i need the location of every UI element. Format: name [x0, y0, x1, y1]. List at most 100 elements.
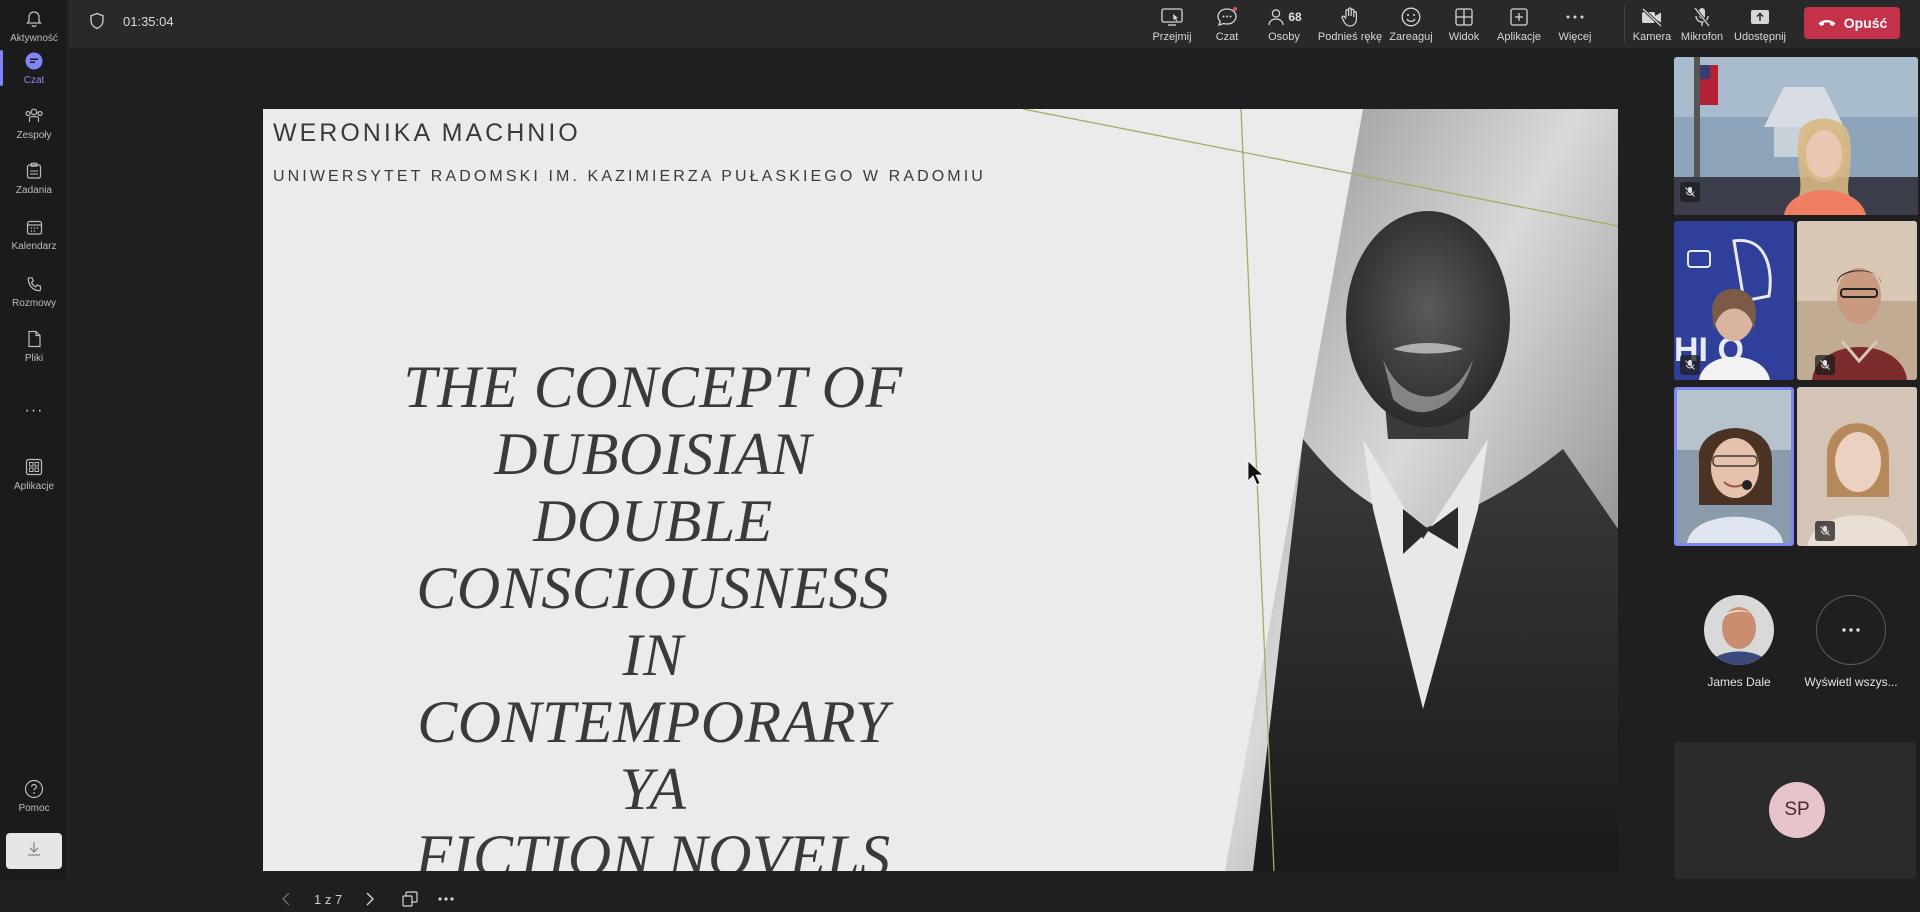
rail-label: Czat [23, 75, 45, 86]
self-avatar: SP [1769, 782, 1825, 838]
hand-icon [1340, 6, 1360, 28]
participant-name: James Dale [1707, 675, 1771, 689]
rail-item-help[interactable]: Pomoc [0, 770, 68, 822]
more-horizontal-icon [438, 897, 454, 901]
avatar[interactable] [1704, 595, 1774, 665]
video-tile[interactable]: HI O [1674, 221, 1794, 380]
share-button[interactable]: Udostępnij [1732, 2, 1788, 46]
rail-item-calls[interactable]: Rozmowy [0, 265, 68, 317]
rail-item-chat[interactable]: Czat [0, 42, 68, 94]
mic-off-icon [1692, 6, 1712, 28]
chevron-right-icon [366, 892, 375, 906]
slide-title-line: FICTION NOVELS [415, 823, 891, 871]
chat-icon [23, 50, 45, 72]
self-view-tile[interactable]: SP [1674, 742, 1916, 879]
rail-more-button[interactable]: ··· [0, 385, 68, 437]
rail-item-teams[interactable]: Zespoły [0, 97, 68, 149]
more-button[interactable]: Więcej [1553, 2, 1597, 46]
slide-title-line: THE CONCEPT OF [403, 354, 903, 420]
tasks-icon [23, 160, 45, 182]
rail-item-apps[interactable]: Aplikacje [0, 448, 68, 500]
toolbar-label: Widok [1448, 30, 1480, 43]
share-upload-icon [1749, 6, 1771, 28]
rail-item-tasks[interactable]: Zadania [0, 152, 68, 204]
rail-label: Zadania [15, 185, 53, 196]
slide-title-line: CONSCIOUSNESS IN [416, 555, 890, 688]
shield-icon [89, 12, 105, 35]
rail-label: Rozmowy [12, 298, 56, 309]
participant-video [1674, 57, 1918, 215]
video-tile[interactable] [1674, 57, 1918, 215]
mic-off-icon [1680, 182, 1700, 202]
calendar-icon [23, 216, 45, 238]
view-button[interactable]: Widok [1444, 2, 1484, 46]
bell-icon [23, 8, 45, 30]
camera-button[interactable]: Kamera [1627, 2, 1677, 46]
toolbar-label: Aplikacje [1496, 30, 1542, 43]
chevron-left-icon [282, 892, 290, 906]
video-tile[interactable] [1797, 221, 1917, 380]
video-tile-active-speaker[interactable] [1674, 387, 1794, 546]
hang-up-icon [1817, 15, 1844, 31]
chat-button[interactable]: Czat [1207, 2, 1247, 46]
apps-button[interactable]: Aplikacje [1494, 2, 1544, 46]
more-horizontal-icon [1565, 6, 1585, 28]
download-button[interactable] [6, 833, 62, 869]
rail-item-files[interactable]: Pliki [0, 320, 68, 372]
meeting-timer: 01:35:04 [123, 14, 174, 29]
download-icon [25, 840, 43, 863]
mouse-cursor-icon [1247, 460, 1265, 486]
react-button[interactable]: Zareaguj [1383, 2, 1439, 46]
video-tile[interactable] [1797, 387, 1917, 546]
meeting-toolbar: 01:35:04 Przejmij Czat 68 Osoby Podnieś … [69, 0, 1920, 48]
toolbar-label: Przejmij [1152, 30, 1192, 43]
teams-icon [23, 105, 45, 127]
camera-off-icon [1640, 6, 1664, 28]
toolbar-label: Zareaguj [1389, 30, 1433, 43]
rail-label: Aplikacje [13, 481, 55, 492]
toolbar-label: Czat [1215, 30, 1239, 43]
show-all-participants-button[interactable] [1816, 595, 1886, 665]
take-control-button[interactable]: Przejmij [1147, 2, 1197, 46]
slide-more-button[interactable] [434, 887, 458, 911]
people-count: 68 [1288, 9, 1302, 24]
grid-view-icon [1454, 6, 1474, 28]
rail-label: Kalendarz [11, 241, 57, 252]
participant-video [1677, 390, 1791, 543]
slide-navigation: 1 z 7 [274, 886, 458, 912]
previous-slide-button[interactable] [274, 887, 298, 911]
toolbar-divider [1624, 6, 1625, 42]
slide-title: THE CONCEPT OF DUBOISIAN DOUBLE CONSCIOU… [383, 354, 923, 871]
leave-label: Opuść [1843, 15, 1888, 31]
next-slide-button[interactable] [358, 887, 382, 911]
more-dots-icon: ··· [24, 402, 44, 419]
mic-off-icon [1815, 521, 1835, 541]
rail-label: Zespoły [16, 130, 52, 141]
people-button[interactable]: 68 Osoby [1259, 2, 1309, 46]
emoji-icon [1400, 6, 1422, 28]
slide-affiliation: UNIWERSYTET RADOMSKI IM. KAZIMIERZA PUŁA… [273, 168, 986, 185]
toolbar-label: Udostępnij [1734, 30, 1786, 43]
app-rail: Aktywność Czat Zespoły Zadania Kalendarz… [0, 0, 68, 879]
people-icon-group: 68 [1266, 6, 1302, 28]
rail-label: Pomoc [18, 803, 50, 814]
person-icon [1268, 8, 1284, 25]
apps-icon [23, 456, 45, 478]
slide-title-line: CONTEMPORARY YA [417, 689, 889, 822]
rail-item-calendar[interactable]: Kalendarz [0, 208, 68, 260]
chat-bubble-icon [1215, 6, 1239, 28]
slide-title-line: DUBOISIAN DOUBLE [494, 421, 812, 554]
mic-off-icon [1680, 355, 1700, 375]
file-icon [23, 328, 45, 350]
more-horizontal-icon [1842, 628, 1860, 632]
toolbar-label: Podnieś rękę [1317, 30, 1383, 43]
raise-hand-button[interactable]: Podnieś rękę [1315, 2, 1385, 46]
rail-label: Pliki [24, 353, 44, 364]
leave-button[interactable]: Opuść [1804, 7, 1900, 39]
toolbar-label: Osoby [1268, 30, 1300, 43]
microphone-button[interactable]: Mikrofon [1677, 2, 1727, 46]
slide-sorter-button[interactable] [398, 887, 422, 911]
toolbar-label: Mikrofon [1680, 30, 1724, 43]
mic-off-icon [1815, 355, 1835, 375]
page-indicator: 1 z 7 [314, 891, 343, 907]
